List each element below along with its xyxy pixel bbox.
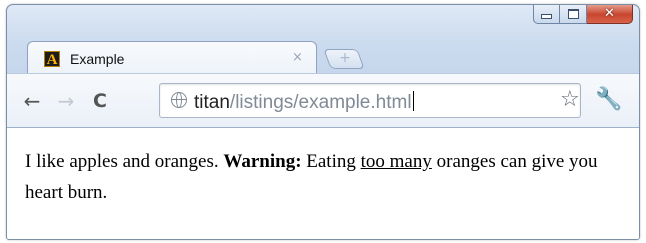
new-tab-icon: + [339,50,351,66]
window-controls: ✕ [533,5,633,26]
paragraph-text-2: Eating [301,151,361,172]
text-caret [412,91,414,111]
underlined-text: too many [360,151,432,172]
page-content: I like apples and oranges. Warning: Eati… [7,127,639,239]
back-arrow-icon[interactable]: ← [21,90,43,112]
paragraph-text-1: I like apples and oranges. [25,151,224,172]
address-url[interactable]: titan/listings/example.html [194,91,414,113]
maximize-icon [567,8,579,19]
url-host: titan [194,92,230,113]
reload-icon[interactable]: C [89,90,111,112]
tab-title: Example [70,51,125,67]
bookmark-star-icon[interactable]: ☆ [560,88,580,112]
tab-close-icon[interactable]: × [292,50,303,66]
forward-arrow-icon[interactable]: → [55,90,77,112]
favicon-icon: A [44,51,60,68]
minimize-icon [541,14,552,19]
toolbar: ← → C titan/listings/example.html ☆ 🔧 [7,73,639,127]
address-bar[interactable]: titan/listings/example.html ☆ [159,83,581,118]
globe-icon [171,92,187,108]
maximize-button[interactable] [560,5,587,24]
browser-window: ✕ A Example × + ← → C titan/listings/exa… [6,4,640,240]
url-path: /listings/example.html [229,92,412,113]
close-window-button[interactable]: ✕ [587,5,633,24]
wrench-icon[interactable]: 🔧 [595,88,622,112]
warning-label: Warning: [223,151,302,172]
close-icon: ✕ [604,6,615,21]
page-paragraph: I like apples and oranges. Warning: Eati… [25,146,625,208]
minimize-button[interactable] [533,5,560,24]
tab-example[interactable]: A Example × [27,41,317,74]
